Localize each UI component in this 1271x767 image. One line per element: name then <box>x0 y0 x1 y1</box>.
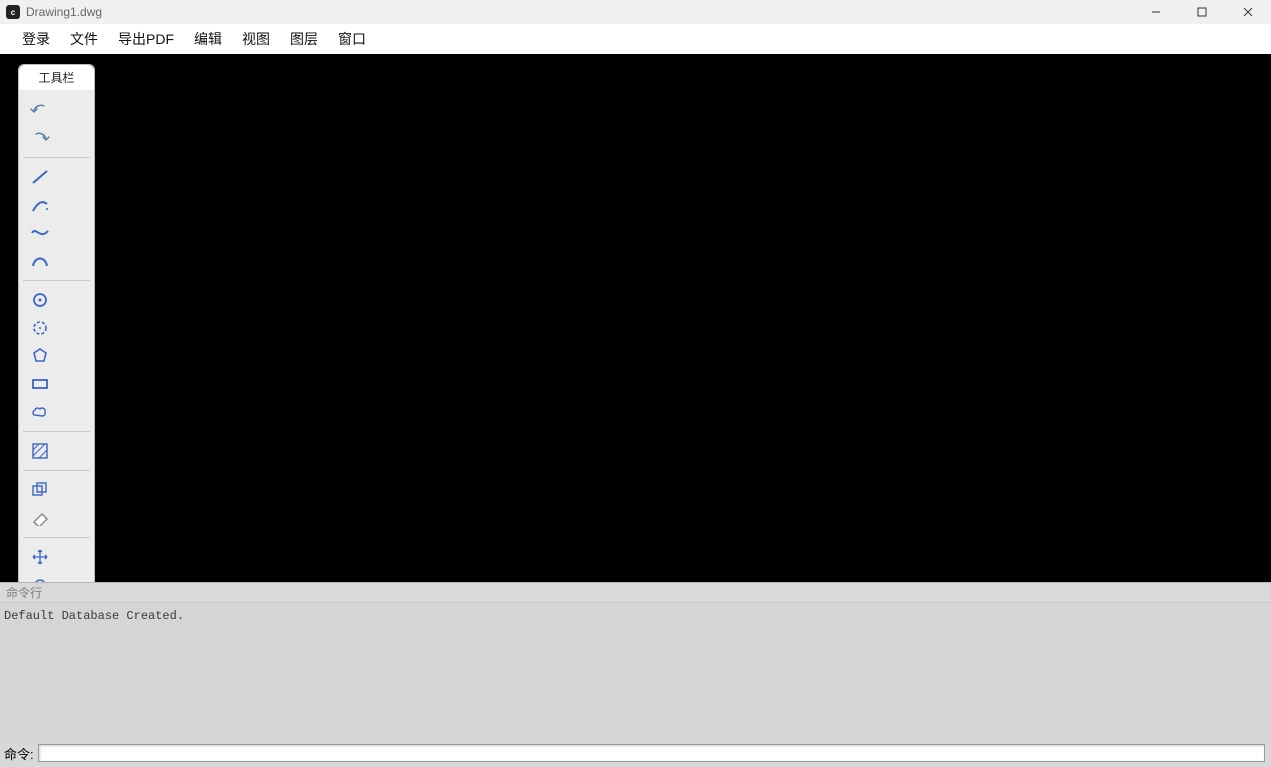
menu-file[interactable]: 文件 <box>60 24 108 54</box>
command-prompt-label: 命令: <box>4 744 34 763</box>
copy-icon <box>30 481 50 499</box>
line-icon <box>30 168 50 186</box>
maximize-button[interactable] <box>1179 0 1225 24</box>
window-controls <box>1133 0 1271 24</box>
maximize-icon <box>1197 7 1207 17</box>
menu-login[interactable]: 登录 <box>12 24 60 54</box>
hatch-icon <box>31 442 49 460</box>
menu-window[interactable]: 窗口 <box>328 24 376 54</box>
close-button[interactable] <box>1225 0 1271 24</box>
app-icon: c <box>6 5 20 19</box>
rectangle-icon <box>30 376 50 392</box>
polyline-icon <box>30 196 50 214</box>
minimize-button[interactable] <box>1133 0 1179 24</box>
rectangle-tool[interactable] <box>25 371 55 397</box>
rotate-icon <box>31 576 49 582</box>
revision-cloud-tool[interactable] <box>25 399 55 425</box>
eraser-icon <box>30 510 50 526</box>
menu-export-pdf[interactable]: 导出PDF <box>108 24 184 54</box>
polyline-tool[interactable] <box>25 192 55 218</box>
menu-layer[interactable]: 图层 <box>280 24 328 54</box>
undo-button[interactable] <box>25 97 55 123</box>
toolbox-panel: 工具栏 <box>18 64 95 582</box>
circle-tool[interactable] <box>25 287 55 313</box>
erase-tool[interactable] <box>25 505 55 531</box>
toolbox-tab[interactable]: 工具栏 <box>18 64 95 90</box>
arc-icon <box>30 252 50 270</box>
spline-tool[interactable] <box>25 220 55 246</box>
menu-view[interactable]: 视图 <box>232 24 280 54</box>
menu-edit[interactable]: 编辑 <box>184 24 232 54</box>
donut-tool[interactable] <box>25 315 55 341</box>
spline-icon <box>30 224 50 242</box>
toolbox-body <box>19 90 94 582</box>
menubar: 登录 文件 导出PDF 编辑 视图 图层 窗口 <box>0 24 1271 54</box>
close-icon <box>1243 7 1253 17</box>
command-log[interactable]: Default Database Created. <box>0 603 1271 743</box>
command-panel-header: 命令行 <box>0 583 1271 603</box>
command-input-row: 命令: <box>0 743 1271 767</box>
line-tool[interactable] <box>25 164 55 190</box>
command-panel: 命令行 Default Database Created. 命令: <box>0 582 1271 767</box>
minimize-icon <box>1151 7 1161 17</box>
undo-icon <box>30 102 50 118</box>
rotate-tool[interactable] <box>25 572 55 582</box>
titlebar: c Drawing1.dwg <box>0 0 1271 24</box>
move-icon <box>31 548 49 566</box>
polygon-tool[interactable] <box>25 343 55 369</box>
cloud-icon <box>30 404 50 420</box>
redo-button[interactable] <box>25 125 55 151</box>
command-input[interactable] <box>38 744 1265 762</box>
move-tool[interactable] <box>25 544 55 570</box>
redo-icon <box>30 130 50 146</box>
window-title: Drawing1.dwg <box>26 5 102 19</box>
copy-tool[interactable] <box>25 477 55 503</box>
arc-tool[interactable] <box>25 248 55 274</box>
drawing-canvas[interactable]: 工具栏 <box>0 54 1271 582</box>
hatch-tool[interactable] <box>25 438 55 464</box>
polygon-icon <box>31 347 49 365</box>
circle-icon <box>31 291 49 309</box>
donut-icon <box>31 319 49 337</box>
